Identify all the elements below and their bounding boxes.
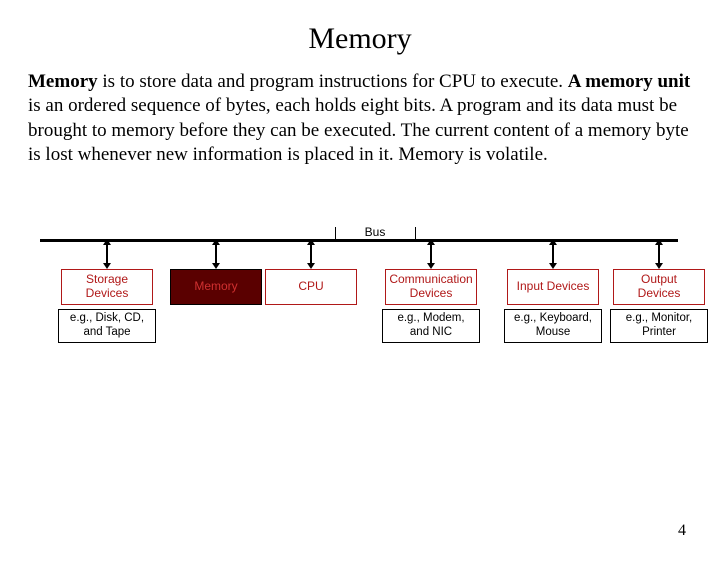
branch: Storage Devices e.g., Disk, CD, and Tape: [58, 239, 156, 343]
para-text-1: is to store data and program instruction…: [98, 71, 568, 92]
bus-diagram: Bus Storage Devices e.g., Disk, CD, and T…: [30, 199, 690, 359]
component-caption: e.g., Modem, and NIC: [382, 309, 480, 343]
branch: CPU: [265, 239, 357, 305]
branch: Memory: [170, 239, 262, 305]
page-title: Memory: [0, 22, 720, 56]
component-box: Communication Devices: [385, 269, 477, 305]
branch: Communication Devices e.g., Modem, and NI…: [382, 239, 480, 343]
component-box: Output Devices: [613, 269, 705, 305]
memory-paragraph: Memory is to store data and program inst…: [28, 70, 692, 167]
page-number: 4: [678, 522, 686, 540]
component-box: CPU: [265, 269, 357, 305]
component-caption: e.g., Monitor, Printer: [610, 309, 708, 343]
bus-label: Bus: [335, 225, 415, 239]
component-caption: e.g., Keyboard, Mouse: [504, 309, 602, 343]
component-caption: e.g., Disk, CD, and Tape: [58, 309, 156, 343]
emph-memory: Memory: [28, 71, 98, 92]
branch: Output Devices e.g., Monitor, Printer: [610, 239, 708, 343]
component-box: Input Devices: [507, 269, 599, 305]
para-text-2: is an ordered sequence of bytes, each ho…: [28, 95, 689, 165]
component-box: Storage Devices: [61, 269, 153, 305]
component-box: Memory: [170, 269, 262, 305]
emph-memory-unit: A memory unit: [568, 71, 690, 92]
branch: Input Devices e.g., Keyboard, Mouse: [504, 239, 602, 343]
